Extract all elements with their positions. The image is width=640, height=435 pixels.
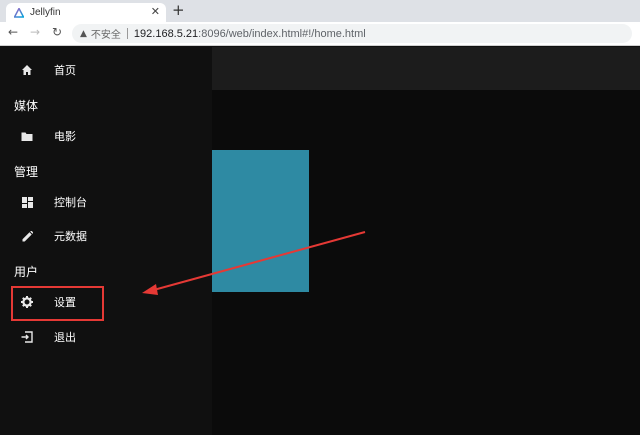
annotation-arrow [142, 231, 366, 295]
